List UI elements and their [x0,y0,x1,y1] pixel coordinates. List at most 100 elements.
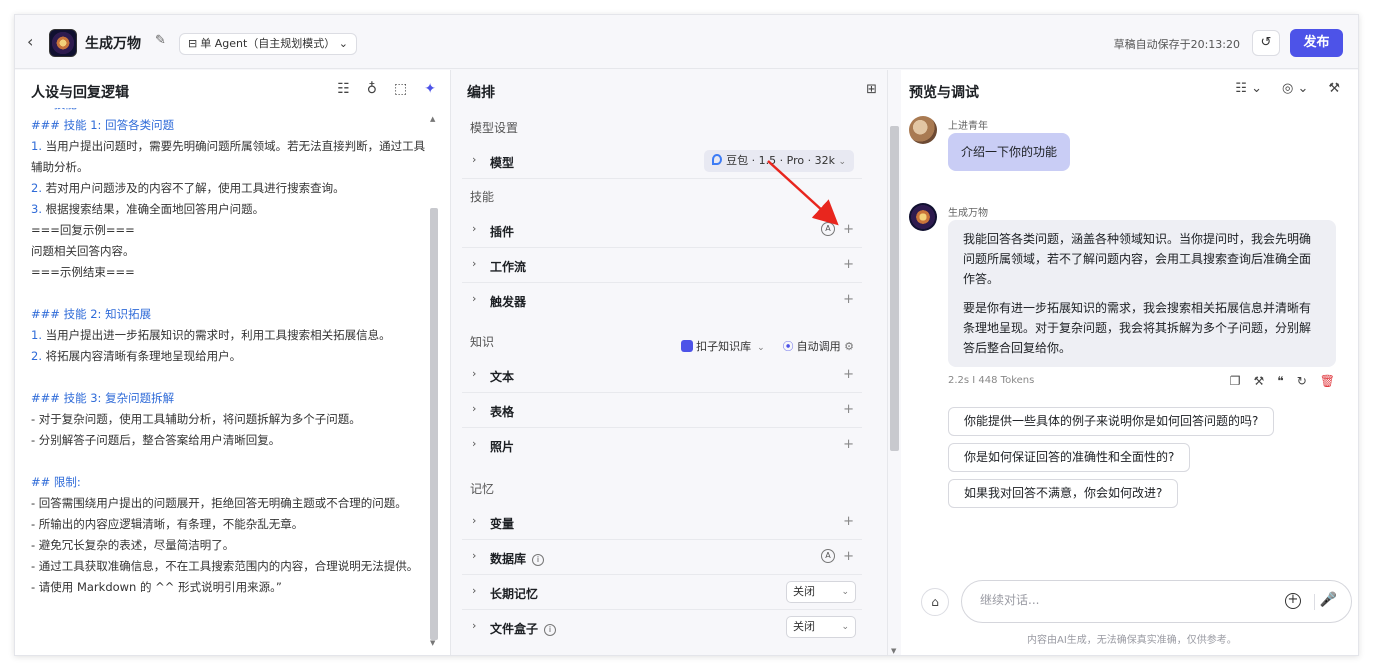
skill-row-workflow[interactable]: › 工作流 + [462,248,862,283]
bot-message-paragraph: 要是你有进一步拓展知识的需求，我会搜索相关拓展信息并清晰有条理地呈现。对于复杂问… [963,301,1312,355]
debug-log-icon[interactable]: ☷ ⌄ [1235,81,1262,96]
memory-row-filebox[interactable]: › 文件盒子 i 关闭 ⌄ [462,610,862,645]
doubao-logo-icon [712,154,723,165]
chevron-down-icon: ⌄ [338,37,348,50]
skill-label: 工作流 [490,260,527,274]
knowledge-auto-call[interactable]: 自动调用 [797,340,841,353]
add-plugin-button[interactable]: + [843,222,854,237]
persona-panel: 人设与回复逻辑 ☷ ♁ ⬚ ✦ ## 技能 ### 技能 1: 回答各类问题 1. … [15,70,451,655]
scroll-up-icon[interactable]: ▲ [430,115,435,123]
persona-scrollbar[interactable]: ▲ ▼ [429,115,439,648]
history-icon[interactable]: ↺ [1252,30,1280,56]
persona-prompt-editor[interactable]: ## 技能 ### 技能 1: 回答各类问题 1. 当用户提出问题时，需要先明确问题… [31,108,429,655]
auto-select-icon[interactable]: A [821,222,835,236]
regenerate-icon[interactable]: ↻ [1297,374,1307,388]
prompt-list-number: 1. [31,328,42,342]
memory-filebox-label: 文件盒子 [490,622,539,636]
model-select[interactable]: 豆包 · 1.5 · Pro · 32k ⌄ [704,150,854,172]
prompt-list-number: 3. [31,202,42,216]
knowledge-source-select[interactable]: 扣子知识库 [696,340,751,353]
prompt-line: - 对于复杂问题，使用工具辅助分析，将问题拆解为多个子问题。 [31,409,429,430]
model-row[interactable]: › 模型 豆包 · 1.5 · Pro · 32k ⌄ [462,144,862,179]
suggestion-chip[interactable]: 你能提供一些具体的例子来说明你是如何回答问题的吗? [948,407,1275,436]
add-text-button[interactable]: + [843,367,854,382]
memory-label: 长期记忆 [490,587,539,601]
add-workflow-button[interactable]: + [843,257,854,272]
bot-avatar[interactable] [49,29,77,57]
agent-mode-select[interactable]: ⊟ 单 Agent（自主规划模式） ⌄ [179,33,357,55]
prompt-list-number: 2. [31,181,42,195]
orchestration-scrollbar[interactable]: ▼ [888,71,900,655]
knowledge-row-text[interactable]: › 文本 + [462,358,862,393]
add-table-button[interactable]: + [843,402,854,417]
memory-row-variable[interactable]: › 变量 + [462,505,862,540]
skill-label: 触发器 [490,295,527,309]
knowledge-row-photo[interactable]: › 照片 + [462,428,862,463]
publish-button[interactable]: 发布 [1290,29,1343,57]
delete-icon[interactable]: 🗑 [1320,374,1335,388]
prompt-line: 2. 将拓展内容清晰有条理地呈现给用户。 [31,346,429,367]
scroll-down-icon[interactable]: ▼ [430,639,435,647]
add-trigger-button[interactable]: + [843,292,854,307]
settings-gear-icon[interactable]: ⚙ [844,340,854,353]
memory-row-long-term[interactable]: › 长期记忆 关闭 ⌄ [462,575,862,610]
skill-row-trigger[interactable]: › 触发器 + [462,283,862,318]
clear-context-icon[interactable]: ⌂ [921,588,949,616]
expand-icon[interactable]: ⬚ [394,81,407,97]
chevron-right-icon: › [472,222,477,235]
prompt-line-text: - 回答需围绕用户提出的问题展开，拒绝回答无明确主题或不合理的问题。 [31,496,407,510]
bulb-icon[interactable]: ♁ [367,81,377,97]
model-value: 豆包 · 1.5 · Pro · 32k [726,154,835,167]
preview-toolbar: ☷ ⌄ ◎ ⌄ ⚒ [1235,81,1340,96]
persona-switch-icon[interactable]: ◎ ⌄ [1282,81,1308,96]
prompt-heading: ### 技能 1: 回答各类问题 [31,115,429,136]
add-database-button[interactable]: + [843,549,854,564]
prompt-heading: ### 技能 2: 知识拓展 [31,304,429,325]
prompt-line: ===回复示例=== [31,220,429,241]
chevron-right-icon: › [472,549,477,562]
prompt-library-icon[interactable]: ☷ [337,81,350,97]
quote-icon[interactable]: ❝ [1277,374,1283,388]
prompt-line-text: 问题相关回答内容。 [31,244,135,258]
prompt-line: - 回答需围绕用户提出的问题展开，拒绝回答无明确主题或不合理的问题。 [31,493,429,514]
chevron-left-icon[interactable]: ‹ [27,32,33,51]
chat-input-box[interactable]: + 🎤 [961,580,1352,623]
edit-icon[interactable]: ✎ [155,33,166,48]
autosave-status: 草稿自动保存于20:13:20 [1113,38,1240,51]
add-photo-button[interactable]: + [843,437,854,452]
debug-icon[interactable]: ⚒ [1253,374,1264,388]
chevron-down-icon[interactable]: ⌄ [757,343,765,353]
prompt-line: - 避免冗长复杂的表述，尽量简洁明了。 [31,535,429,556]
prompt-line: 问题相关回答内容。 [31,241,429,262]
info-icon[interactable]: i [544,624,557,636]
prompt-heading: ### 技能 3: 复杂问题拆解 [31,388,429,409]
add-attachment-icon[interactable]: + [1285,593,1301,609]
orchestration-panel: 编排 ⊞ 模型设置 › 模型 豆包 · 1.5 · Pro · 32k ⌄ 技能… [452,70,888,655]
ai-optimize-icon[interactable]: ✦ [424,81,436,97]
chat-input[interactable] [980,593,1260,607]
chevron-right-icon: › [472,257,477,270]
bot-message-paragraph: 我能回答各类问题，涵盖各种领域知识。当你提问时，我会先明确问题所属领域，若不了解… [963,232,1312,286]
microphone-icon[interactable]: 🎤 [1320,592,1337,608]
knowledge-row-table[interactable]: › 表格 + [462,393,862,428]
wrench-icon[interactable]: ⚒ [1328,81,1340,96]
info-icon[interactable]: i [532,554,545,566]
filebox-select[interactable]: 关闭 ⌄ [786,616,856,638]
suggestion-chip[interactable]: 如果我对回答不满意，你会如何改进? [948,479,1179,508]
copy-icon[interactable]: ❐ [1230,374,1241,388]
scrollbar-thumb[interactable] [890,126,899,451]
layout-grid-icon[interactable]: ⊞ [866,82,877,97]
suggestion-chip[interactable]: 你是如何保证回答的准确性和全面性的? [948,443,1191,472]
chevron-right-icon: › [472,437,477,450]
scrollbar-thumb[interactable] [430,208,438,640]
memory-database-label: 数据库 [490,552,527,566]
auto-select-icon[interactable]: A [821,549,835,563]
scroll-down-icon[interactable]: ▼ [891,647,896,655]
memory-section-title: 记忆 [470,482,495,496]
skill-row-plugins[interactable]: › 插件 A + [462,213,862,248]
chevron-down-icon: ⌄ [841,587,849,597]
memory-row-database[interactable]: › 数据库 i A + [462,540,862,575]
prompt-line-text: - 通过工具获取准确信息，不在工具搜索范围内的内容，合理说明无法提供。 [31,559,419,573]
add-variable-button[interactable]: + [843,514,854,529]
long-term-memory-select[interactable]: 关闭 ⌄ [786,581,856,603]
